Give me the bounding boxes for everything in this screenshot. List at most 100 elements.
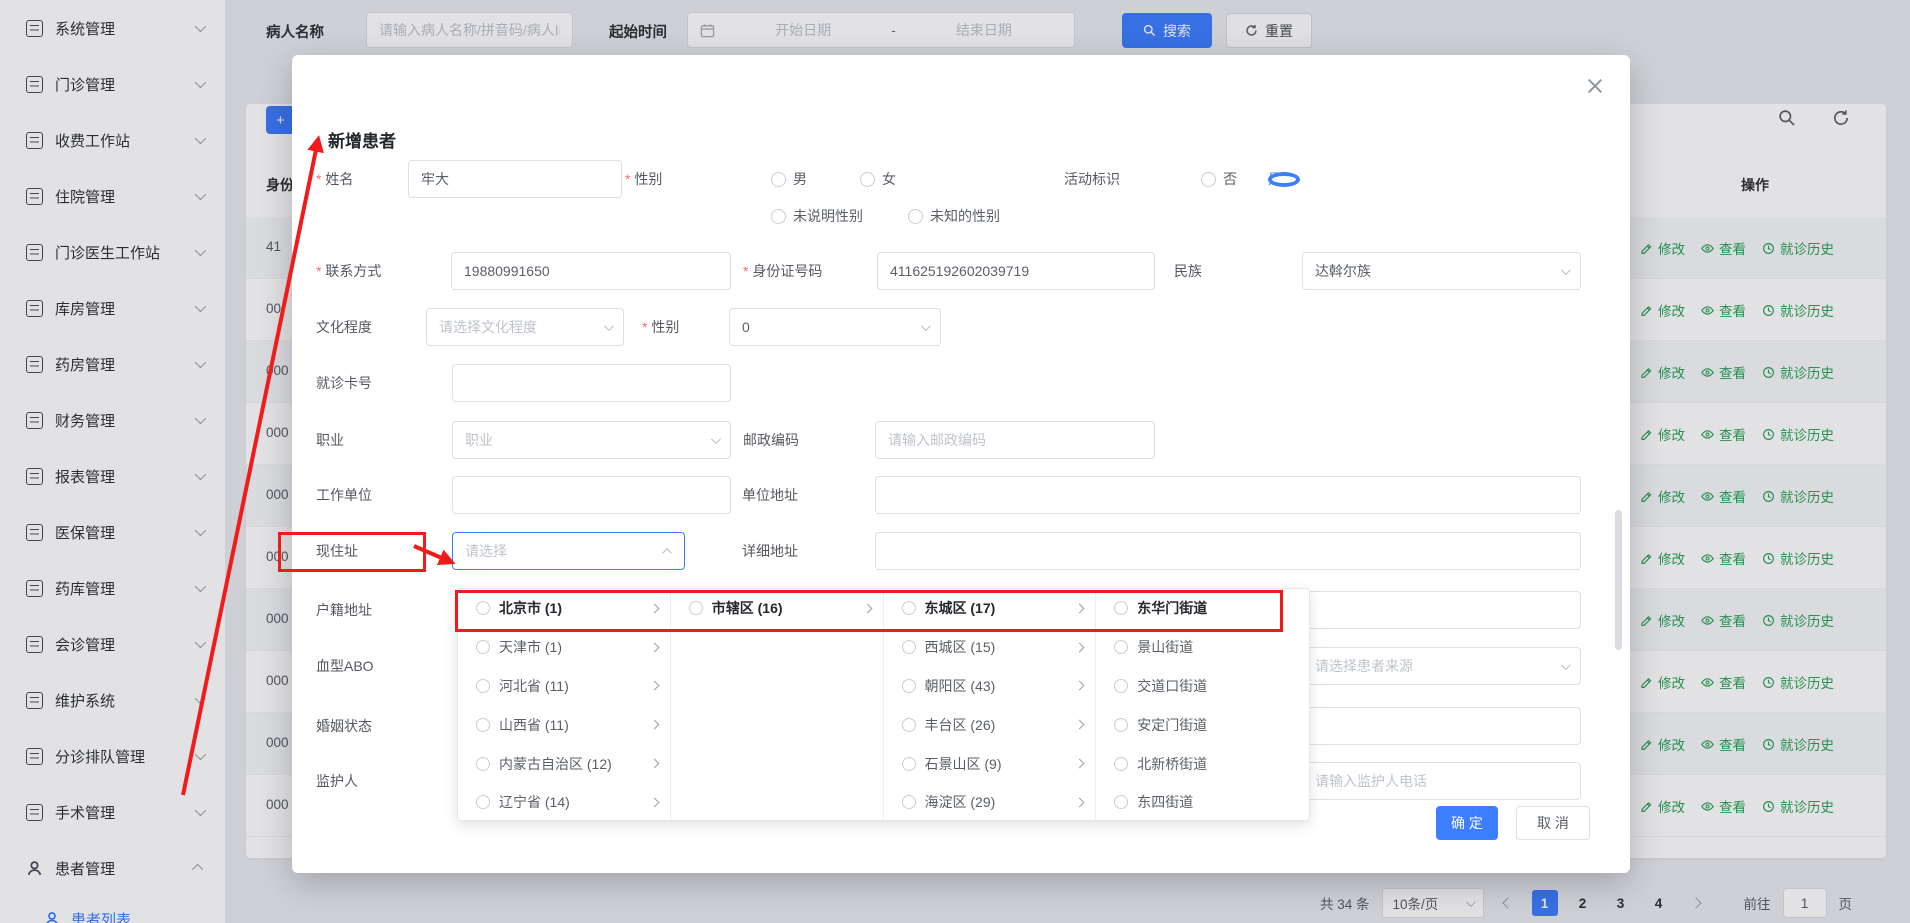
cascader-option[interactable]: 海淀区 (29)	[884, 783, 1096, 820]
radio-icon	[476, 601, 490, 615]
radio-icon	[902, 795, 916, 809]
chevron-right-icon	[1075, 681, 1085, 691]
gender-male-radio[interactable]: 男	[771, 169, 807, 189]
radio-icon	[476, 718, 490, 732]
cascader-option[interactable]: 交道口街道	[1096, 667, 1309, 706]
radio-icon	[1114, 718, 1128, 732]
guardian-phone-input[interactable]	[1302, 762, 1581, 800]
chevron-right-icon	[862, 603, 872, 613]
chevron-right-icon	[649, 603, 659, 613]
radio-icon	[902, 640, 916, 654]
radio-icon	[771, 209, 786, 224]
radio-icon	[1114, 679, 1128, 693]
radio-icon	[476, 640, 490, 654]
radio-icon	[476, 679, 490, 693]
cascader-option[interactable]: 朝阳区 (43)	[884, 667, 1096, 706]
gender-female-radio[interactable]: 女	[860, 169, 896, 189]
radio-icon	[771, 172, 786, 187]
gender-code-select[interactable]: 0	[729, 308, 941, 346]
chevron-right-icon	[649, 720, 659, 730]
gender-unspecified-radio[interactable]: 未说明性别	[771, 206, 863, 226]
detail-address-input[interactable]	[875, 532, 1581, 570]
id-number-input[interactable]	[877, 252, 1155, 290]
work-unit-input[interactable]	[452, 476, 731, 514]
postal-code-input[interactable]	[875, 421, 1155, 459]
cascader-option[interactable]: 东城区 (17)	[884, 589, 1096, 628]
postal-code-label: 邮政编码	[743, 430, 799, 450]
cascader-street-column: 东华门街道 景山街道 交道口街道 安定门街道	[1096, 589, 1309, 820]
cascader-option[interactable]: 丰台区 (26)	[884, 705, 1096, 744]
visit-card-input[interactable]	[452, 364, 731, 402]
chevron-right-icon	[1075, 759, 1085, 769]
chevron-down-icon	[1561, 660, 1571, 670]
active-flag-no-radio[interactable]: 否	[1201, 169, 1237, 189]
radio-icon	[1201, 172, 1216, 187]
patient-source-select[interactable]: 请选择患者来源	[1302, 647, 1581, 685]
cascader-option[interactable]: 东四街道	[1096, 783, 1309, 820]
name-input[interactable]	[408, 160, 622, 198]
gender-label: 性别	[625, 169, 662, 189]
cascader-option[interactable]: 天津市 (1)	[458, 628, 670, 667]
close-icon[interactable]	[1586, 77, 1604, 95]
active-flag-yes-radio[interactable]: 是	[1268, 169, 1282, 189]
radio-icon	[902, 601, 916, 615]
cascader-option[interactable]: 内蒙古自治区 (12)	[458, 744, 670, 783]
radio-icon	[476, 795, 490, 809]
gender-unknown-radio[interactable]: 未知的性别	[908, 206, 1000, 226]
cascader-option[interactable]: 景山街道	[1096, 628, 1309, 667]
confirm-button[interactable]: 确 定	[1436, 806, 1498, 840]
cascader-option[interactable]: 山西省 (11)	[458, 705, 670, 744]
chevron-right-icon	[1075, 642, 1085, 652]
cascader-option[interactable]: 石景山区 (9)	[884, 744, 1096, 783]
chevron-down-icon	[711, 434, 721, 444]
cascader-district-column: 东城区 (17) 西城区 (15) 朝阳区 (43) 丰台	[884, 589, 1097, 820]
cascader-option[interactable]: 市辖区 (16)	[671, 589, 883, 628]
add-patient-modal: 新增患者 姓名 性别 男 女 未说明性别 未知的性别 活动标识 否 是 联系方式…	[292, 55, 1630, 873]
chevron-right-icon	[649, 681, 659, 691]
ethnicity-select[interactable]: 达斡尔族	[1302, 252, 1581, 290]
cancel-button[interactable]: 取 消	[1516, 806, 1590, 840]
radio-icon	[1114, 640, 1128, 654]
radio-icon	[689, 601, 703, 615]
blood-type-label: 血型ABO	[316, 656, 374, 676]
radio-icon	[908, 209, 923, 224]
radio-icon	[1114, 795, 1128, 809]
cascader-option[interactable]: 安定门街道	[1096, 705, 1309, 744]
current-address-label: 现住址	[316, 541, 358, 561]
cascader-option[interactable]: 西城区 (15)	[884, 628, 1096, 667]
cascader-option[interactable]: 辽宁省 (14)	[458, 783, 670, 820]
chevron-right-icon	[649, 642, 659, 652]
radio-icon	[902, 679, 916, 693]
chevron-down-icon	[1561, 265, 1571, 275]
radio-icon	[1114, 601, 1128, 615]
radio-selected-icon	[1268, 172, 1300, 187]
current-address-select[interactable]: 请选择	[452, 532, 685, 570]
work-address-label: 单位地址	[742, 485, 798, 505]
education-select[interactable]: 请选择文化程度	[426, 308, 624, 346]
chevron-right-icon	[1075, 603, 1085, 613]
cascader-option[interactable]: 东华门街道	[1096, 589, 1309, 628]
contact-label: 联系方式	[316, 261, 381, 281]
modal-title: 新增患者	[328, 127, 396, 152]
active-flag-label: 活动标识	[1064, 169, 1120, 189]
occupation-label: 职业	[316, 430, 344, 450]
cascader-option[interactable]: 北新桥街道	[1096, 744, 1309, 783]
chevron-down-icon	[921, 321, 931, 331]
occupation-select[interactable]: 职业	[452, 421, 731, 459]
cascader-option[interactable]: 北京市 (1)	[458, 589, 670, 628]
guardian-label: 监护人	[316, 771, 358, 791]
work-address-input[interactable]	[875, 476, 1581, 514]
contact-input[interactable]	[451, 252, 731, 290]
chevron-down-icon	[604, 321, 614, 331]
cascader-option[interactable]: 河北省 (11)	[458, 667, 670, 706]
radio-icon	[476, 757, 490, 771]
chevron-right-icon	[649, 759, 659, 769]
chevron-right-icon	[1075, 720, 1085, 730]
visit-card-label: 就诊卡号	[316, 373, 372, 393]
modal-scrollbar-thumb[interactable]	[1615, 510, 1622, 650]
radio-icon	[902, 718, 916, 732]
radio-icon	[1114, 757, 1128, 771]
gender-code-label: 性别	[642, 317, 679, 337]
education-label: 文化程度	[316, 317, 372, 337]
chevron-right-icon	[1075, 797, 1085, 807]
